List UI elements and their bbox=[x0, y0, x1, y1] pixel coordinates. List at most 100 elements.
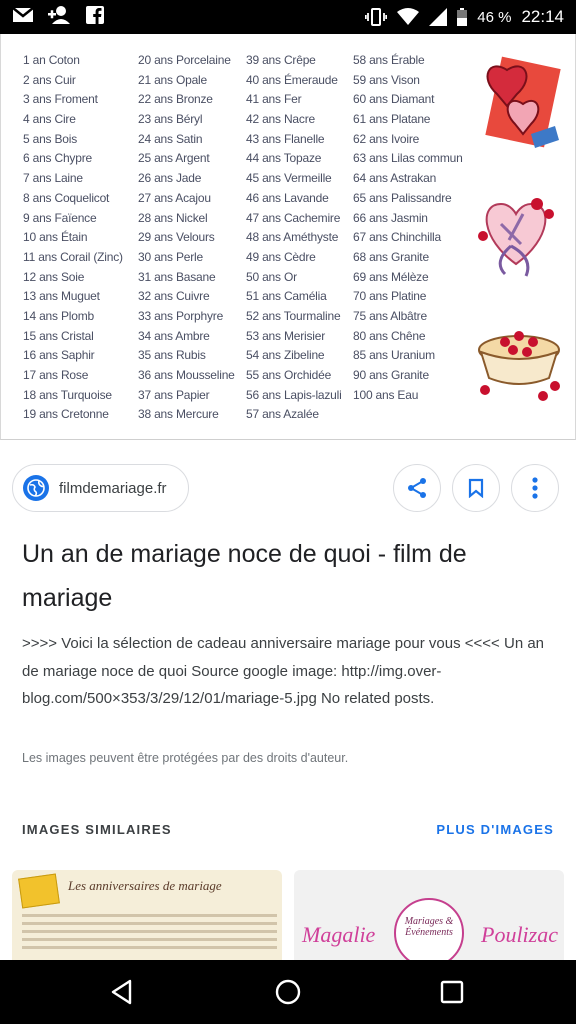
anniversary-entry: 45 ans Vermeille bbox=[246, 171, 332, 186]
back-button[interactable] bbox=[104, 974, 140, 1010]
similar-images-header: IMAGES SIMILAIRES bbox=[22, 822, 172, 837]
anniversary-entry: 47 ans Cachemire bbox=[246, 210, 341, 225]
home-button[interactable] bbox=[270, 974, 306, 1010]
battery-percent: 46 % bbox=[477, 8, 512, 26]
back-icon bbox=[111, 979, 132, 1005]
navigation-bar bbox=[0, 960, 576, 1024]
anniversary-entry: 17 ans Rose bbox=[23, 368, 89, 382]
badge-graphic bbox=[18, 873, 60, 909]
anniversary-entry: 60 ans Diamant bbox=[353, 92, 435, 107]
anniversary-entry: 57 ans Azalée bbox=[246, 407, 319, 422]
anniversary-entry: 16 ans Saphir bbox=[23, 348, 95, 363]
battery-icon bbox=[457, 8, 468, 26]
anniversary-entry: 100 ans Eau bbox=[353, 387, 419, 402]
anniversary-entry: 50 ans Or bbox=[246, 269, 297, 284]
anniversary-entry: 13 ans Muguet bbox=[23, 289, 100, 304]
anniversary-entry: 30 ans Perle bbox=[138, 249, 203, 264]
facebook-icon bbox=[86, 6, 104, 24]
anniversary-entry: 90 ans Granite bbox=[353, 368, 429, 382]
anniversary-entry: 58 ans Érable bbox=[353, 53, 425, 67]
anniversary-entry: 23 ans Béryl bbox=[138, 112, 203, 127]
anniversary-entry: 26 ans Jade bbox=[138, 171, 202, 186]
anniversary-entry: 63 ans Lilas commun bbox=[353, 151, 463, 166]
anniversary-entry: 5 ans Bois bbox=[23, 131, 78, 146]
gmail-icon bbox=[12, 7, 34, 22]
result-description: >>>> Voici la sélection de cadeau annive… bbox=[22, 635, 545, 707]
save-button[interactable] bbox=[452, 464, 500, 512]
home-icon bbox=[275, 979, 301, 1005]
recents-button[interactable] bbox=[434, 974, 470, 1010]
anniversary-entry: 66 ans Jasmin bbox=[353, 210, 428, 225]
cherry-pie-clipart bbox=[478, 331, 560, 401]
result-title[interactable]: Un an de mariage noce de quoi - film de … bbox=[22, 532, 542, 620]
thumbnail-text-lines bbox=[22, 914, 277, 954]
anniversary-entry: 35 ans Rubis bbox=[138, 348, 206, 363]
anniversary-column-2: 20 ans Porcelaine 21 ans Opale 22 ans Bron… bbox=[138, 51, 246, 431]
hearts-clipart bbox=[485, 56, 561, 148]
anniversary-entry: 42 ans Nacre bbox=[246, 112, 315, 127]
source-domain: filmdemariage.fr bbox=[59, 479, 167, 497]
anniversary-entry: 6 ans Chypre bbox=[23, 151, 92, 166]
more-images-link[interactable]: PLUS D'IMAGES bbox=[436, 822, 554, 837]
copyright-notice: Les images peuvent être protégées par de… bbox=[22, 751, 349, 765]
anniversary-entry: 21 ans Opale bbox=[138, 72, 207, 87]
anniversary-entry: 85 ans Uranium bbox=[353, 348, 435, 363]
anniversary-entry: 29 ans Velours bbox=[138, 230, 215, 245]
anniversary-entry: 11 ans Corail (Zinc) bbox=[23, 249, 123, 264]
anniversary-entry: 40 ans Émeraude bbox=[246, 72, 338, 87]
anniversary-entry: 43 ans Flanelle bbox=[246, 131, 325, 146]
source-chip[interactable]: filmdemariage.fr bbox=[12, 464, 189, 512]
ribbon-hearts-clipart bbox=[478, 198, 554, 277]
status-bar: 46 % 22:14 bbox=[0, 0, 576, 34]
anniversary-entry: 61 ans Platane bbox=[353, 112, 431, 127]
anniversary-entry: 14 ans Plomb bbox=[23, 308, 94, 323]
anniversary-list: 1 an Coton 2 ans Cuir 3 ans Froment 4 ans C… bbox=[23, 51, 468, 431]
anniversary-entry: 44 ans Topaze bbox=[246, 151, 322, 166]
anniversary-entry: 32 ans Cuivre bbox=[138, 289, 210, 304]
anniversary-entry: 12 ans Soie bbox=[23, 269, 85, 284]
anniversary-entry: 15 ans Cristal bbox=[23, 328, 94, 343]
anniversary-entry: 24 ans Satin bbox=[138, 131, 203, 146]
wifi-icon bbox=[397, 8, 420, 25]
anniversary-entry: 36 ans Mousseline bbox=[138, 368, 235, 382]
thumbnail-brand-right: Poulizac bbox=[481, 922, 558, 947]
anniversary-entry: 64 ans Astrakan bbox=[353, 171, 437, 186]
anniversary-entry: 55 ans Orchidée bbox=[246, 368, 332, 382]
anniversary-entry: 56 ans Lapis-lazuli bbox=[246, 387, 342, 402]
anniversary-entry: 39 ans Crêpe bbox=[246, 53, 316, 67]
thumbnail-title: Les anniversaires de mariage bbox=[68, 878, 222, 893]
anniversary-column-3: 39 ans Crêpe 40 ans Émeraude 41 ans Fer 42 … bbox=[246, 51, 353, 431]
similar-image-thumbnail[interactable]: Les anniversaires de mariage bbox=[12, 870, 282, 960]
anniversary-entry: 65 ans Palissandre bbox=[353, 190, 452, 205]
signal-icon bbox=[429, 8, 448, 26]
anniversary-entry: 59 ans Vison bbox=[353, 72, 420, 87]
anniversary-entry: 9 ans Faïence bbox=[23, 210, 97, 225]
anniversary-entry: 75 ans Albâtre bbox=[353, 308, 427, 323]
anniversary-entry: 20 ans Porcelaine bbox=[138, 53, 231, 67]
anniversary-entry: 34 ans Ambre bbox=[138, 328, 210, 343]
anniversary-column-4: 58 ans Érable 59 ans Vison 60 ans Diamant 6… bbox=[353, 51, 468, 431]
more-options-button[interactable] bbox=[511, 464, 559, 512]
similar-image-thumbnail[interactable]: Magalie Mariages & Événements Poulizac bbox=[294, 870, 564, 960]
anniversary-entry: 37 ans Papier bbox=[138, 387, 210, 402]
anniversary-entry: 70 ans Platine bbox=[353, 289, 427, 304]
anniversary-entry: 7 ans Laine bbox=[23, 171, 83, 186]
anniversary-entry: 2 ans Cuir bbox=[23, 72, 76, 87]
recents-icon bbox=[440, 980, 464, 1004]
anniversary-entry: 3 ans Froment bbox=[23, 92, 98, 107]
anniversary-entry: 53 ans Merisier bbox=[246, 328, 326, 343]
thumbnail-brand-left: Magalie bbox=[302, 922, 376, 947]
anniversary-entry: 22 ans Bronze bbox=[138, 92, 213, 107]
more-vert-icon bbox=[532, 477, 538, 499]
anniversary-entry: 62 ans Ivoire bbox=[353, 131, 420, 146]
anniversary-entry: 25 ans Argent bbox=[138, 151, 210, 166]
anniversary-entry: 28 ans Nickel bbox=[138, 210, 208, 225]
anniversary-entry: 49 ans Cèdre bbox=[246, 249, 316, 264]
anniversary-entry: 54 ans Zibeline bbox=[246, 348, 325, 363]
share-button[interactable] bbox=[393, 464, 441, 512]
share-icon bbox=[408, 478, 426, 498]
anniversary-entry: 31 ans Basane bbox=[138, 269, 216, 284]
anniversary-entry: 51 ans Camélia bbox=[246, 289, 327, 304]
anniversary-entry: 4 ans Cire bbox=[23, 112, 76, 127]
result-image[interactable]: 1 an Coton 2 ans Cuir 3 ans Froment 4 ans C… bbox=[0, 34, 576, 440]
